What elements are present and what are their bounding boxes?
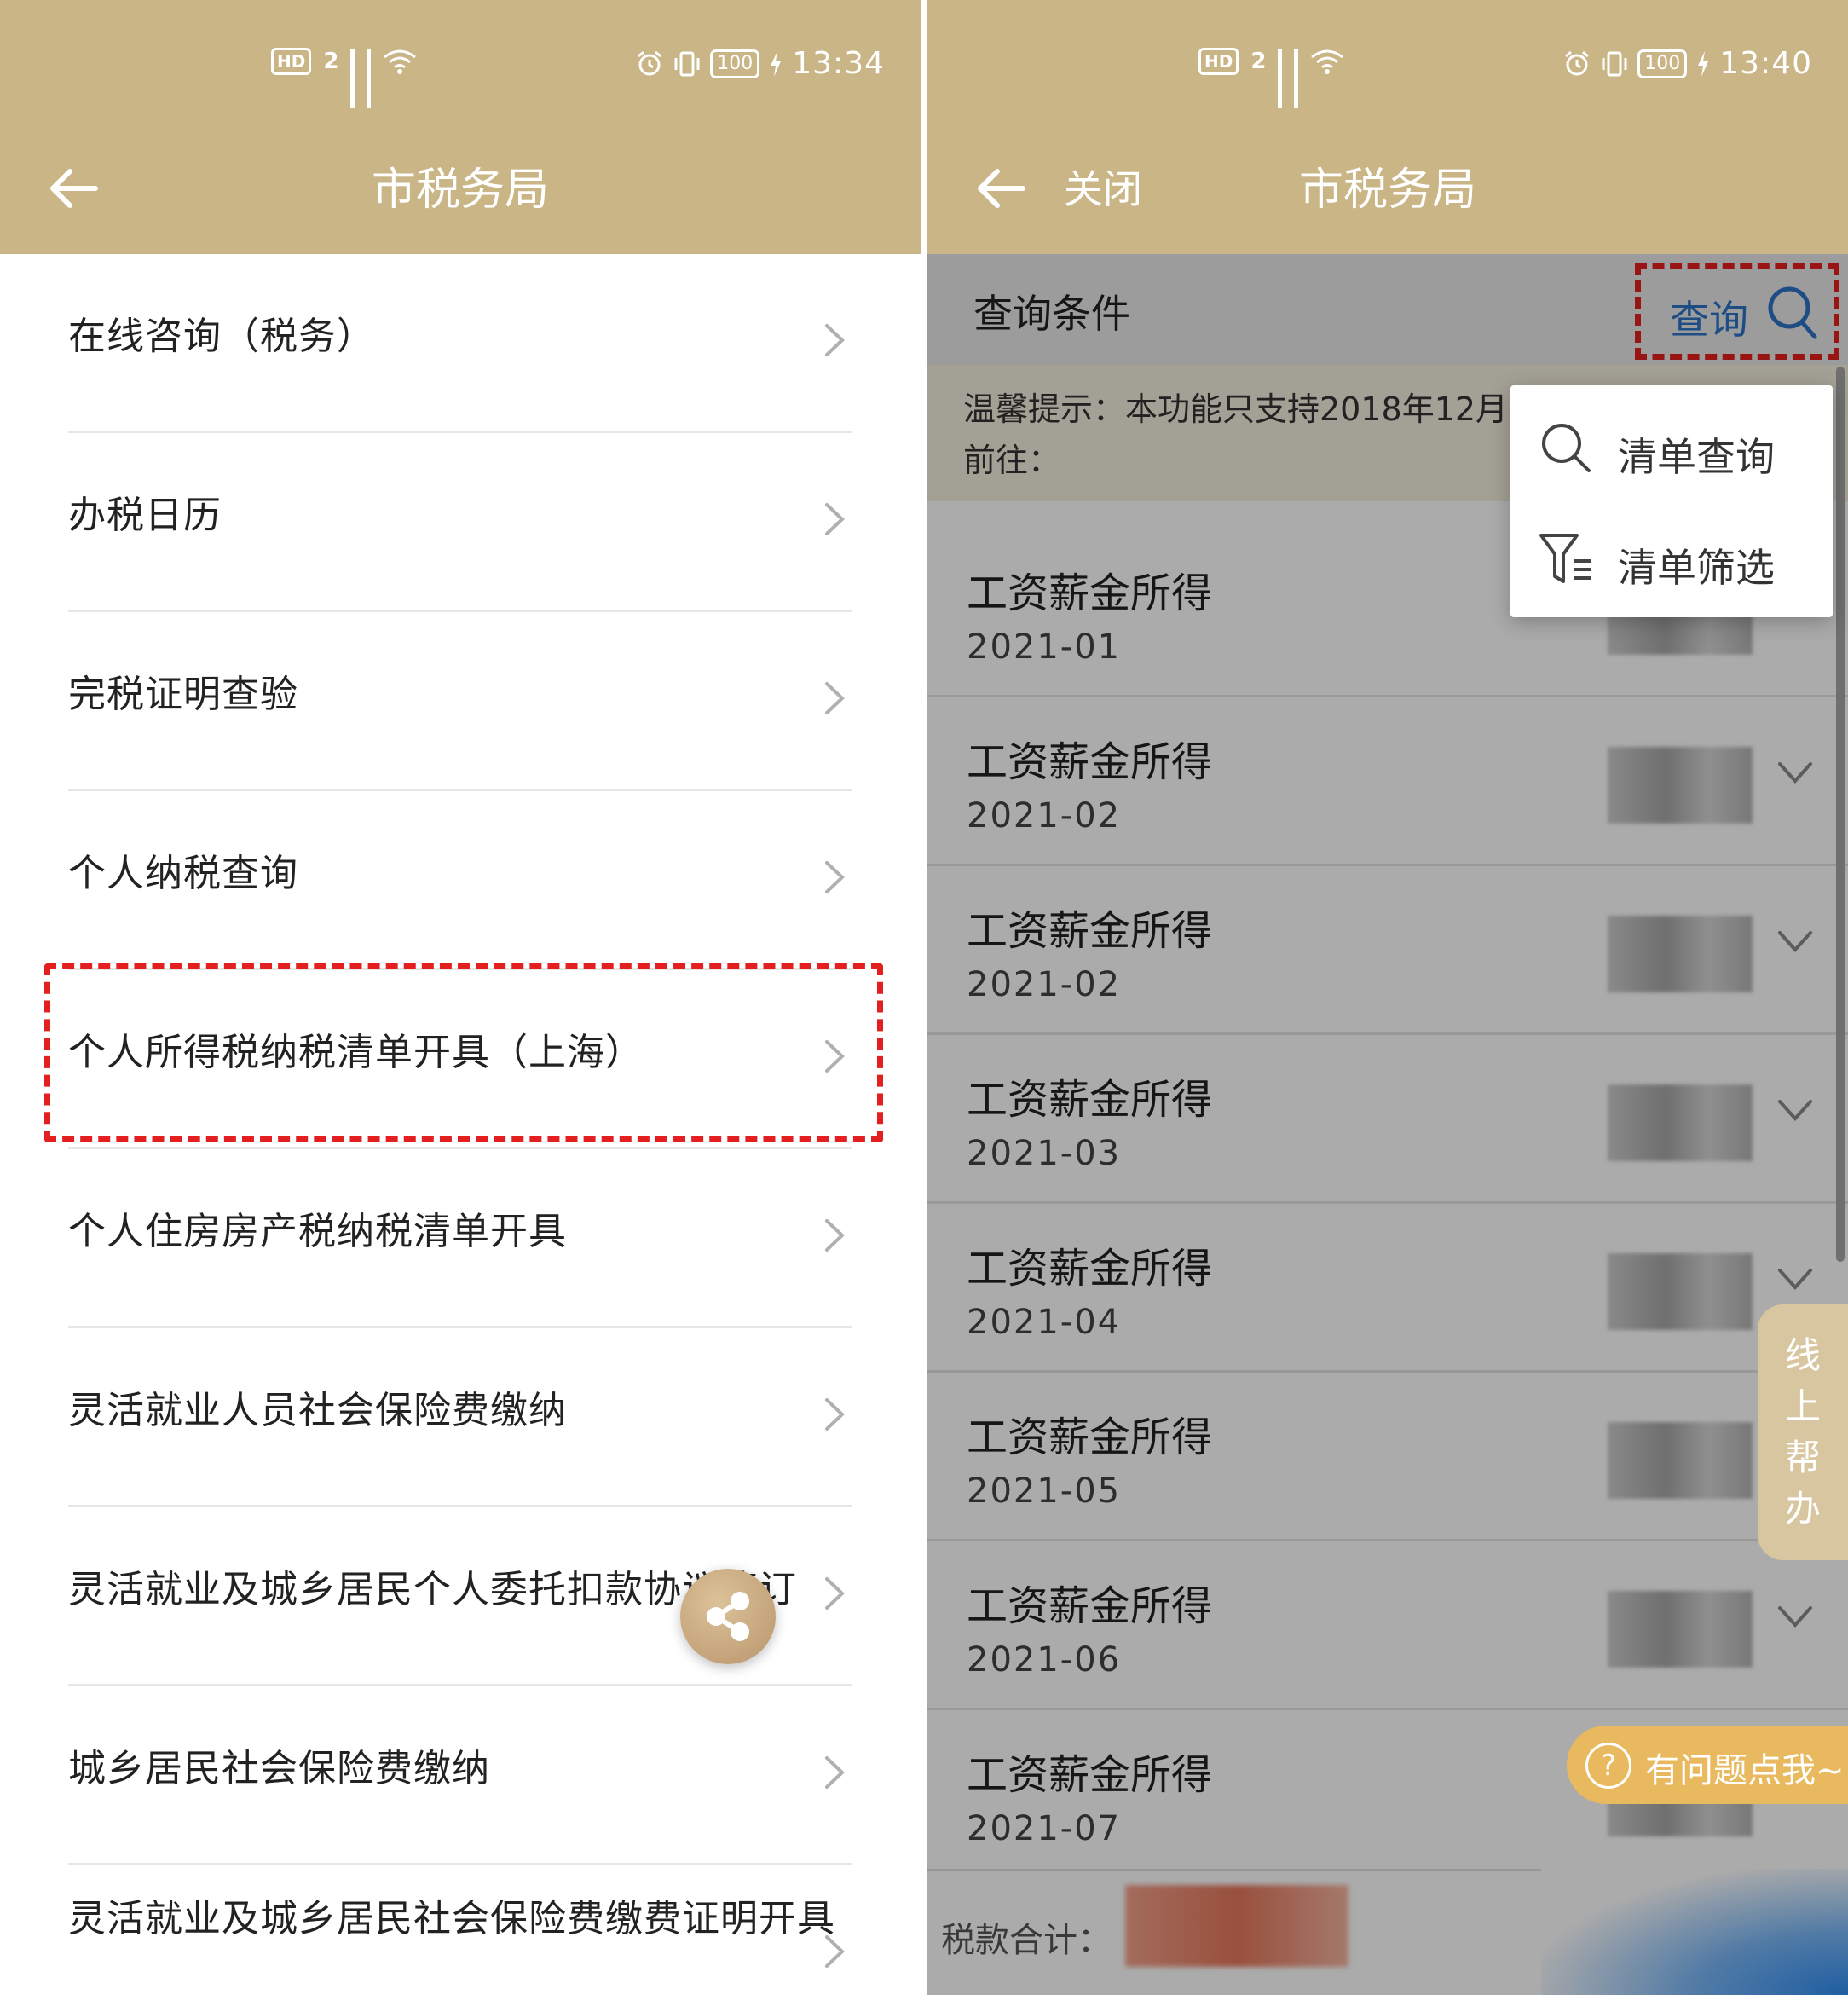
chevron-right-icon (825, 861, 845, 893)
popup-item-label: 清单查询 (1618, 434, 1775, 480)
alarm-icon (1565, 50, 1590, 75)
charging-icon (771, 50, 782, 77)
title-bar: 市税务局 (0, 128, 921, 254)
status-right: 100 13:40 (1562, 46, 1812, 81)
wifi-icon (1311, 49, 1344, 74)
vibrate-icon (1602, 51, 1627, 76)
menu-item[interactable]: 个人住房房产税纳税清单开具 (68, 1149, 852, 1328)
vibrate-icon (674, 51, 700, 76)
filter-icon (1539, 534, 1591, 583)
signal-2g-icon (350, 49, 355, 108)
chevron-right-icon (825, 1219, 845, 1252)
share-icon (707, 1592, 749, 1641)
help-label: 有问题点我~ (1645, 1751, 1845, 1790)
status-network-icons: HD 2 (271, 48, 417, 108)
scrollbar[interactable] (1836, 367, 1845, 1262)
wifi-icon (384, 49, 417, 74)
menu-item-label: 灵活就业及城乡居民社会保险费缴费证明开具 (68, 1897, 835, 1940)
chevron-right-icon (825, 682, 845, 714)
chevron-right-icon (825, 1935, 845, 1968)
question-icon: ? (1585, 1743, 1631, 1789)
page-title: 市税务局 (371, 165, 549, 216)
menu-item[interactable]: 办税日历 (68, 433, 852, 612)
status-network-icons: HD 2 (1198, 48, 1344, 108)
menu-item-label: 城乡居民社会保险费缴纳 (68, 1747, 490, 1790)
highlight-box (44, 963, 883, 1142)
alarm-icon (638, 50, 662, 75)
menu-item[interactable]: 完税证明查验 (68, 612, 852, 791)
chevron-right-icon (825, 1577, 845, 1610)
chevron-right-icon (825, 503, 845, 535)
sim-icon: 2 (323, 49, 339, 74)
share-button[interactable] (680, 1569, 776, 1664)
popup-item-label: 清单筛选 (1618, 545, 1775, 591)
menu-item-label: 在线咨询（税务） (68, 315, 375, 358)
online-help-label: 线上帮办 (1784, 1334, 1821, 1530)
online-help-tab[interactable]: 线上帮办 (1758, 1304, 1848, 1560)
menu-item[interactable]: 个人纳税查询 (68, 791, 852, 970)
status-right: 100 13:34 (635, 46, 885, 81)
battery-icon: 100 (710, 49, 760, 78)
chevron-right-icon (825, 1756, 845, 1789)
divider (921, 0, 927, 1995)
menu-item-label: 完税证明查验 (68, 673, 298, 716)
sim-icon: 2 (1250, 49, 1267, 74)
query-popup-menu: 清单查询 清单筛选 (1510, 385, 1833, 617)
left-screen: HD 2 100 13:34 市税务局 在线咨询（税务） 办税日历 完税证明查验 个人… (0, 0, 921, 1995)
menu-item[interactable]: 灵活就业人员社会保险费缴纳 (68, 1328, 852, 1507)
title-bar: 关闭 市税务局 (927, 128, 1848, 254)
chevron-right-icon (825, 1398, 845, 1431)
signal-5g-icon (367, 49, 372, 108)
battery-icon: 100 (1637, 49, 1688, 78)
menu-item[interactable]: 城乡居民社会保险费缴纳 (68, 1686, 852, 1865)
menu-item-label: 办税日历 (68, 494, 222, 537)
signal-2g-icon (1278, 49, 1283, 108)
status-time: 13:34 (792, 46, 885, 81)
hd-icon: HD (1198, 48, 1239, 75)
right-screen: HD 2 100 13:40 关闭 市税务局 查询条件 查询 温馨提示：本功能只… (927, 0, 1848, 1995)
hd-icon: HD (271, 48, 312, 75)
menu-item-label: 灵活就业人员社会保险费缴纳 (68, 1389, 567, 1432)
status-bar: HD 2 100 13:34 (0, 0, 921, 128)
status-time: 13:40 (1719, 46, 1812, 81)
menu-item-label: 个人纳税查询 (68, 852, 298, 895)
page-title: 市税务局 (1298, 165, 1476, 216)
chevron-right-icon (825, 324, 845, 356)
search-icon (1542, 424, 1591, 472)
menu-item[interactable]: 灵活就业及城乡居民社会保险费缴费证明开具 (68, 1865, 852, 1993)
charging-icon (1698, 50, 1709, 77)
signal-5g-icon (1294, 49, 1299, 108)
menu-item[interactable]: 在线咨询（税务） (68, 254, 852, 433)
menu-item-label: 个人住房房产税纳税清单开具 (68, 1210, 567, 1253)
status-bar: HD 2 100 13:40 (927, 0, 1848, 128)
popup-item-list-filter[interactable]: 清单筛选 (1510, 503, 1833, 614)
help-button[interactable]: ? 有问题点我~ (1567, 1726, 1848, 1804)
popup-item-list-query[interactable]: 清单查询 (1510, 392, 1833, 503)
